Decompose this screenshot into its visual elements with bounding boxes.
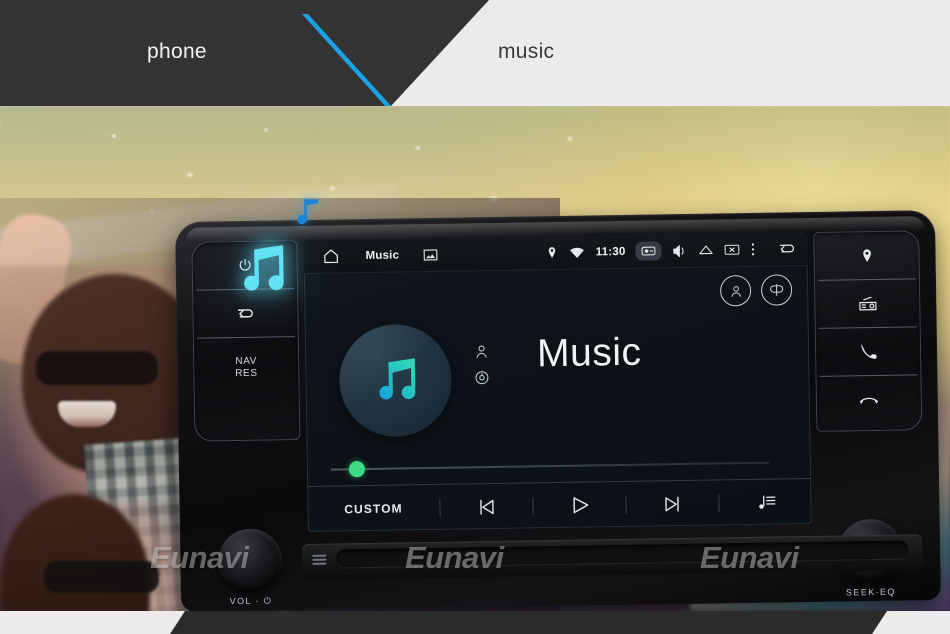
more-vertical-icon[interactable] (750, 242, 755, 257)
album-art[interactable] (338, 323, 453, 438)
tab-phone[interactable]: phone (147, 40, 207, 64)
status-back-icon[interactable] (775, 241, 797, 256)
progress-bar[interactable] (307, 450, 811, 480)
nav-res-button[interactable]: NAV RES (196, 336, 296, 398)
track-title: Music (536, 330, 642, 376)
previous-button[interactable] (440, 495, 532, 518)
custom-button[interactable]: CUSTOM (307, 500, 439, 516)
wifi-icon (570, 246, 585, 258)
volume-knob-label: VOL · ⏻ (229, 595, 273, 607)
banner-dark-panel (0, 0, 489, 106)
lcd-screen[interactable]: Music 11:30 Music CUSTOM (303, 232, 812, 532)
call-answer-button[interactable] (818, 326, 918, 376)
radio-button[interactable] (817, 278, 917, 328)
screen-off-icon[interactable] (724, 244, 740, 255)
eject-icon[interactable] (698, 245, 713, 256)
playlist-button[interactable] (719, 491, 811, 514)
screen-top-right-buttons (719, 274, 793, 307)
glow-music-note-icon (231, 234, 290, 305)
account-button[interactable] (719, 274, 752, 307)
floating-music-note-icon (290, 192, 324, 232)
home-icon[interactable] (313, 247, 347, 265)
status-app-title: Music (365, 248, 400, 262)
car-head-unit: NAV RES VOL · ⏻ SEEK·EQ Music 11:30 Musi… (174, 210, 942, 612)
screenshot-icon[interactable] (635, 241, 662, 261)
bottom-dark-shape (170, 611, 887, 634)
disc-slot[interactable] (336, 540, 909, 568)
next-button[interactable] (626, 492, 718, 515)
right-button-panel (813, 230, 923, 432)
playback-control-bar: CUSTOM (307, 478, 812, 532)
call-end-button[interactable] (819, 374, 919, 424)
screenshot-root: phone music NAV RES VOL · ⏻ SEEK·EQ Musi… (0, 0, 950, 634)
speaker-icon[interactable] (672, 243, 687, 257)
album-art-sheen (338, 323, 453, 438)
nav-res-label-line2: RES (235, 367, 258, 379)
banner-accent-stripe (296, 14, 392, 106)
repeat-button[interactable] (760, 274, 793, 306)
album-disc-icon (475, 371, 489, 385)
seek-eq-knob-label: SEEK·EQ (845, 586, 896, 598)
play-button[interactable] (533, 493, 625, 517)
now-playing-view: Music CUSTOM (304, 266, 812, 532)
status-spacer (437, 253, 535, 255)
nav-res-label-line1: NAV (235, 355, 258, 367)
artist-user-icon (476, 345, 487, 358)
progress-track (330, 461, 769, 471)
location-pin-icon (546, 246, 559, 259)
track-meta-icons (473, 343, 491, 386)
tab-music[interactable]: music (498, 40, 554, 64)
bottom-band (0, 611, 950, 634)
progress-handle[interactable] (349, 461, 366, 478)
slot-indicator-lines (312, 554, 327, 565)
status-clock: 11:30 (595, 245, 626, 258)
top-banner: phone music (0, 0, 950, 106)
wallpaper-icon[interactable] (423, 248, 438, 261)
navigation-button[interactable] (817, 230, 916, 280)
